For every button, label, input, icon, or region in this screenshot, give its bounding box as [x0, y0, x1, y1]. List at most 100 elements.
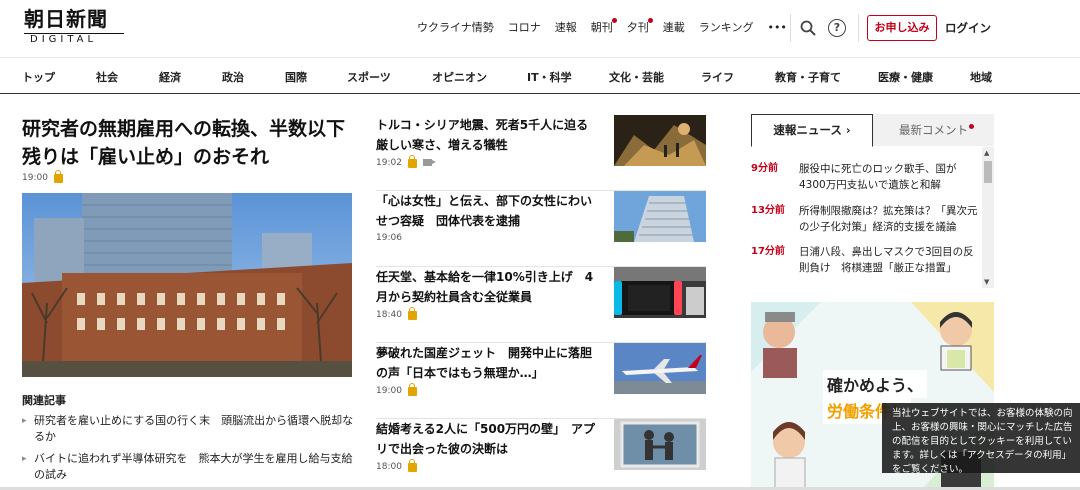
lead-headline[interactable]: 研究者の無期雇用への転換、半数以下残りは「雇い止め」のおそれ	[22, 115, 362, 171]
lock-icon	[407, 459, 417, 472]
news-headline[interactable]: 任天堂、基本給を一律10%引き上げ 4月から契約社員含む全従業員	[376, 267, 601, 307]
topnav-more-button[interactable]: •••	[760, 18, 793, 38]
topnav-label: 連載	[662, 21, 685, 34]
help-icon[interactable]: ?	[828, 19, 846, 37]
tab-latest-comments[interactable]: 最新コメント	[873, 114, 994, 146]
tab-label: 最新コメント	[899, 123, 968, 137]
tab-breaking-news[interactable]: 速報ニュース ›	[751, 114, 873, 147]
topnav-item-corona[interactable]: コロナ	[501, 18, 548, 38]
header-divider	[858, 14, 859, 42]
news-thumbnail[interactable]	[614, 343, 706, 394]
related-article-link[interactable]: 研究者を雇い止めにする国の行く末 頭脳流出から循環へ脱却なるか	[22, 413, 357, 445]
top-nav: ウクライナ情勢 コロナ 速報 朝刊 夕刊 連載 ランキング •••	[410, 18, 794, 38]
news-item[interactable]: 結婚考える2人に「500万円の壁」 アプリで出会った彼の決断は 18:00	[376, 419, 706, 490]
topnav-item-series[interactable]: 連載	[656, 18, 692, 38]
new-dot	[647, 18, 653, 23]
logo-sub-text: DIGITAL	[24, 33, 124, 45]
breaking-headline[interactable]: 服役中に死亡のロック歌手、国が4300万円支払いで遺族と和解	[799, 161, 979, 193]
breaking-time: 13分前	[751, 205, 785, 216]
topnav-label: コロナ	[507, 21, 541, 34]
category-nav: トップ 社会 経済 政治 国際 スポーツ オピニオン IT・科学 文化・芸能 ラ…	[0, 58, 1080, 94]
news-meta: 18:40	[376, 307, 417, 320]
breaking-time: 17分前	[751, 246, 785, 257]
topnav-item-morning[interactable]: 朝刊	[584, 18, 620, 38]
subscribe-button[interactable]: お申し込み	[867, 15, 937, 41]
lead-photo[interactable]	[22, 193, 352, 377]
news-timestamp: 19:00	[376, 385, 402, 396]
category-it-science[interactable]: IT・科学	[527, 69, 572, 85]
category-economy[interactable]: 経済	[159, 69, 181, 85]
lock-icon	[407, 307, 417, 320]
breaking-headline[interactable]: 所得制限撤廃は？拡充策は？「異次元の少子化対策」経済的支援を議論	[799, 203, 979, 235]
category-top[interactable]: トップ	[22, 69, 55, 85]
related-articles-list: 研究者を雇い止めにする国の行く末 頭脳流出から循環へ脱却なるか バイトに追われず…	[22, 413, 357, 489]
new-dot	[611, 18, 617, 23]
news-item[interactable]: 任天堂、基本給を一律10%引き上げ 4月から契約社員含む全従業員 18:40	[376, 267, 706, 343]
news-headline[interactable]: 夢破れた国産ジェット 開発中止に落胆の声「日本ではもう無理か…」	[376, 343, 601, 383]
news-tabs: 速報ニュース › 最新コメント	[751, 114, 994, 147]
category-region[interactable]: 地域	[970, 69, 992, 85]
news-headline[interactable]: トルコ・シリア地震、死者5千人に迫る 厳しい寒さ、増える犠牲	[376, 115, 601, 155]
tab-label: 速報ニュース	[773, 123, 842, 137]
topnav-item-ukraine[interactable]: ウクライナ情勢	[410, 18, 501, 38]
topnav-label: 朝刊	[590, 21, 613, 34]
scroll-up-icon[interactable]: ▲	[984, 149, 989, 157]
category-sports[interactable]: スポーツ	[347, 69, 391, 85]
video-camera-icon	[422, 159, 436, 166]
category-international[interactable]: 国際	[285, 69, 307, 85]
breaking-headline[interactable]: 日浦八段、鼻出しマスクで3回目の反則負け 将棋連盟「厳正な措置」	[799, 244, 979, 276]
page: 朝日新聞 DIGITAL ウクライナ情勢 コロナ 速報 朝刊 夕刊 連載 ランキ…	[0, 0, 1080, 490]
related-articles-heading: 関連記事	[22, 394, 66, 407]
news-headline[interactable]: 結婚考える2人に「500万円の壁」 アプリで出会った彼の決断は	[376, 419, 601, 459]
news-item[interactable]: 夢破れた国産ジェット 開発中止に落胆の声「日本ではもう無理か…」 19:00	[376, 343, 706, 419]
more-icon: •••	[767, 21, 787, 34]
cookie-banner[interactable]: 当社ウェブサイトでは、お客様の体験の向上、お客様の興味・関心にマッチした広告の配…	[882, 403, 1080, 475]
category-society[interactable]: 社会	[96, 69, 118, 85]
news-item[interactable]: 「心は女性」と伝え、部下の女性にわいせつ容疑 団体代表を逮捕 19:06	[376, 191, 706, 267]
news-thumbnail[interactable]	[614, 267, 706, 318]
chevron-right-icon: ›	[845, 123, 851, 137]
news-timestamp: 19:02	[376, 157, 402, 168]
news-meta: 19:00	[376, 383, 417, 396]
category-life[interactable]: ライフ	[701, 69, 734, 85]
news-timestamp: 19:06	[376, 233, 402, 243]
site-logo[interactable]: 朝日新聞 DIGITAL	[24, 8, 128, 48]
related-article-link[interactable]: バイトに追われず半導体研究を 熊本大が学生を雇用し給与支給の試み	[22, 451, 357, 483]
topnav-item-breaking[interactable]: 速報	[548, 18, 584, 38]
category-education[interactable]: 教育・子育て	[775, 69, 841, 85]
news-thumbnail[interactable]	[614, 419, 706, 470]
new-dot	[969, 124, 974, 129]
topnav-label: ウクライナ情勢	[417, 21, 494, 34]
category-health[interactable]: 医療・健康	[878, 69, 933, 85]
ad-headline: 確かめよう、	[823, 370, 928, 398]
lead-timestamp: 19:00	[22, 172, 48, 183]
scroll-down-icon[interactable]: ▼	[984, 278, 989, 286]
scroll-thumb[interactable]	[984, 161, 992, 183]
login-link[interactable]: ログイン	[945, 20, 991, 36]
lock-icon	[407, 383, 417, 396]
breaking-news-item[interactable]: 17分前 日浦八段、鼻出しマスクで3回目の反則負け 将棋連盟「厳正な措置」	[751, 244, 981, 276]
lock-icon	[53, 170, 63, 183]
topnav-label: 夕刊	[626, 21, 649, 34]
news-headline[interactable]: 「心は女性」と伝え、部下の女性にわいせつ容疑 団体代表を逮捕	[376, 191, 601, 231]
cookie-text: 当社ウェブサイトでは、お客様の体験の向上、お客様の興味・関心にマッチした広告の配…	[892, 408, 1073, 475]
news-meta: 19:06	[376, 233, 402, 243]
header-divider	[790, 14, 791, 42]
topnav-item-ranking[interactable]: ランキング	[692, 18, 761, 38]
news-item[interactable]: トルコ・シリア地震、死者5千人に迫る 厳しい寒さ、増える犠牲 19:02	[376, 115, 706, 191]
news-meta: 19:02	[376, 155, 436, 168]
breaking-news-item[interactable]: 9分前 服役中に死亡のロック歌手、国が4300万円支払いで遺族と和解	[751, 161, 981, 193]
breaking-time: 9分前	[751, 163, 778, 174]
news-thumbnail[interactable]	[614, 191, 706, 242]
category-opinion[interactable]: オピニオン	[432, 69, 487, 85]
category-politics[interactable]: 政治	[222, 69, 244, 85]
news-timestamp: 18:00	[376, 461, 402, 472]
news-thumbnail[interactable]	[614, 115, 706, 166]
logo-main-text: 朝日新聞	[24, 7, 108, 31]
topnav-label: 速報	[554, 21, 577, 34]
breaking-news-item[interactable]: 13分前 所得制限撤廃は？拡充策は？「異次元の少子化対策」経済的支援を議論	[751, 203, 981, 235]
search-icon[interactable]	[800, 20, 816, 36]
topnav-item-evening[interactable]: 夕刊	[620, 18, 656, 38]
breaking-scrollbar[interactable]: ▲ ▼	[982, 147, 994, 288]
category-culture[interactable]: 文化・芸能	[609, 69, 664, 85]
